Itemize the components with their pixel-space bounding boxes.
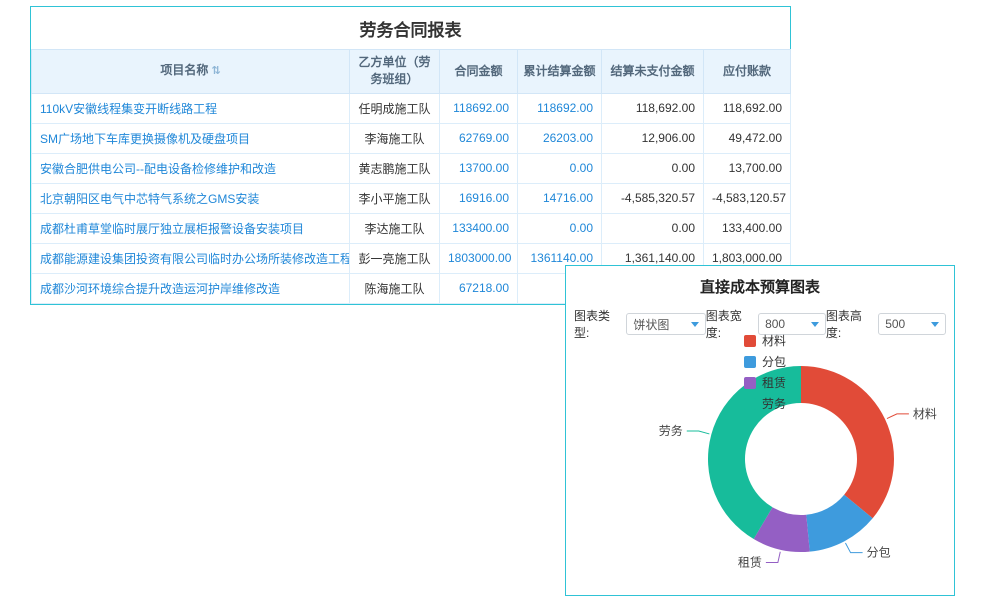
legend-label: 分包 bbox=[762, 353, 786, 370]
project-link[interactable]: 安徽合肥供电公司--配电设备检修维护和改造 bbox=[40, 162, 276, 176]
payable-amount-cell: 49,472.00 bbox=[704, 123, 791, 153]
payable-amount-cell: -4,583,120.57 bbox=[704, 183, 791, 213]
contract-amount-cell: 133400.00 bbox=[440, 213, 518, 243]
chart-height-control: 图表高度: 500 bbox=[826, 307, 946, 341]
direct-cost-chart-panel: 直接成本预算图表 图表类型: 饼状图 图表宽度: 800 图表高度: 500 bbox=[565, 265, 955, 596]
unpaid-amount-cell: 0.00 bbox=[602, 213, 704, 243]
legend-label: 材料 bbox=[762, 332, 786, 349]
pie-slice-label: 劳务 bbox=[659, 423, 683, 438]
table-row: 北京朝阳区电气中芯特气系统之GMS安装 李小平施工队 16916.00 1471… bbox=[32, 183, 791, 213]
contract-amount-cell: 13700.00 bbox=[440, 153, 518, 183]
chart-title: 直接成本预算图表 bbox=[566, 266, 954, 305]
project-link[interactable]: 成都能源建设集团投资有限公司临时办公场所装修改造工程EPC bbox=[40, 252, 350, 266]
settled-amount-cell: 26203.00 bbox=[518, 123, 602, 153]
settled-amount-cell: 118692.00 bbox=[518, 93, 602, 123]
chart-legend: 材料 分包 租赁 劳务 bbox=[744, 332, 786, 412]
legend-swatch bbox=[744, 356, 756, 368]
chevron-down-icon bbox=[811, 322, 819, 327]
pie-leader-line bbox=[766, 552, 780, 563]
project-link[interactable]: 110kV安徽线程集变开断线路工程 bbox=[40, 102, 217, 116]
payable-amount-cell: 13,700.00 bbox=[704, 153, 791, 183]
legend-item[interactable]: 租赁 bbox=[744, 374, 786, 391]
unpaid-amount-cell: 12,906.00 bbox=[602, 123, 704, 153]
table-row: 成都杜甫草堂临时展厅独立展柜报警设备安装项目 李达施工队 133400.00 0… bbox=[32, 213, 791, 243]
chart-width-value: 800 bbox=[765, 317, 785, 331]
donut-chart[interactable]: 材料分包租赁劳务 bbox=[646, 338, 956, 590]
payable-amount-cell: 133,400.00 bbox=[704, 213, 791, 243]
chevron-down-icon bbox=[691, 322, 699, 327]
project-cell: 110kV安徽线程集变开断线路工程 bbox=[32, 93, 350, 123]
col-header-project-label: 项目名称 bbox=[160, 63, 208, 77]
table-row: 110kV安徽线程集变开断线路工程 任明成施工队 118692.00 11869… bbox=[32, 93, 791, 123]
contract-amount-cell: 67218.00 bbox=[440, 273, 518, 303]
col-header-settled: 累计结算金额 bbox=[518, 50, 602, 94]
unit-cell[interactable]: 黄志鹏施工队 bbox=[350, 153, 440, 183]
sort-icon[interactable]: ⇅ bbox=[211, 65, 220, 77]
table-row: SM广场地下车库更换摄像机及硬盘项目 李海施工队 62769.00 26203.… bbox=[32, 123, 791, 153]
unpaid-amount-cell: 118,692.00 bbox=[602, 93, 704, 123]
unit-cell[interactable]: 李达施工队 bbox=[350, 213, 440, 243]
pie-slice-label: 分包 bbox=[867, 546, 891, 560]
chart-type-select[interactable]: 饼状图 bbox=[626, 313, 705, 335]
chart-height-label: 图表高度: bbox=[826, 307, 875, 341]
chart-height-select[interactable]: 500 bbox=[878, 313, 946, 335]
legend-swatch bbox=[744, 335, 756, 347]
project-cell: 安徽合肥供电公司--配电设备检修维护和改造 bbox=[32, 153, 350, 183]
col-header-payable: 应付账款 bbox=[704, 50, 791, 94]
chevron-down-icon bbox=[931, 322, 939, 327]
col-header-project[interactable]: 项目名称⇅ bbox=[32, 50, 350, 94]
pie-slice-label: 材料 bbox=[913, 407, 937, 421]
project-link[interactable]: 成都杜甫草堂临时展厅独立展柜报警设备安装项目 bbox=[40, 222, 304, 236]
chart-type-label: 图表类型: bbox=[574, 307, 623, 341]
legend-item[interactable]: 材料 bbox=[744, 332, 786, 349]
unit-cell[interactable]: 陈海施工队 bbox=[350, 273, 440, 303]
col-header-unit: 乙方单位（劳务班组） bbox=[350, 50, 440, 94]
pie-slice-材料 bbox=[801, 366, 894, 518]
project-link[interactable]: 成都沙河环境综合提升改造运河护岸维修改造 bbox=[40, 282, 280, 296]
legend-swatch bbox=[744, 377, 756, 389]
unpaid-amount-cell: -4,585,320.57 bbox=[602, 183, 704, 213]
legend-item[interactable]: 劳务 bbox=[744, 395, 786, 412]
payable-amount-cell: 118,692.00 bbox=[704, 93, 791, 123]
legend-swatch bbox=[744, 398, 756, 410]
project-cell: 成都杜甫草堂临时展厅独立展柜报警设备安装项目 bbox=[32, 213, 350, 243]
pie-leader-line bbox=[687, 431, 710, 434]
col-header-unpaid: 结算未支付金额 bbox=[602, 50, 704, 94]
chart-height-value: 500 bbox=[885, 317, 905, 331]
labor-contract-report-panel: 劳务合同报表 项目名称⇅ 乙方单位（劳务班组） 合同金额 累计结算金额 结算未支… bbox=[30, 6, 791, 305]
chart-type-control: 图表类型: 饼状图 bbox=[574, 307, 706, 341]
legend-item[interactable]: 分包 bbox=[744, 353, 786, 370]
settled-amount-cell: 0.00 bbox=[518, 213, 602, 243]
settled-amount-cell: 0.00 bbox=[518, 153, 602, 183]
contract-amount-cell: 1803000.00 bbox=[440, 243, 518, 273]
pie-slice-label: 租赁 bbox=[738, 555, 762, 569]
unit-cell[interactable]: 李海施工队 bbox=[350, 123, 440, 153]
contract-amount-cell: 16916.00 bbox=[440, 183, 518, 213]
unit-cell[interactable]: 彭一亮施工队 bbox=[350, 243, 440, 273]
table-header-row: 项目名称⇅ 乙方单位（劳务班组） 合同金额 累计结算金额 结算未支付金额 应付账… bbox=[32, 50, 791, 94]
project-cell: 北京朝阳区电气中芯特气系统之GMS安装 bbox=[32, 183, 350, 213]
project-link[interactable]: 北京朝阳区电气中芯特气系统之GMS安装 bbox=[40, 192, 259, 206]
settled-amount-cell: 14716.00 bbox=[518, 183, 602, 213]
pie-leader-line bbox=[887, 414, 909, 419]
col-header-contract: 合同金额 bbox=[440, 50, 518, 94]
contract-amount-cell: 62769.00 bbox=[440, 123, 518, 153]
project-cell: SM广场地下车库更换摄像机及硬盘项目 bbox=[32, 123, 350, 153]
report-title: 劳务合同报表 bbox=[31, 7, 790, 49]
project-link[interactable]: SM广场地下车库更换摄像机及硬盘项目 bbox=[40, 132, 250, 146]
pie-leader-line bbox=[845, 543, 862, 553]
donut-chart-area: 材料分包租赁劳务 bbox=[646, 338, 956, 590]
contract-amount-cell: 118692.00 bbox=[440, 93, 518, 123]
unit-cell[interactable]: 李小平施工队 bbox=[350, 183, 440, 213]
chart-type-value: 饼状图 bbox=[633, 316, 669, 333]
unit-cell[interactable]: 任明成施工队 bbox=[350, 93, 440, 123]
legend-label: 租赁 bbox=[762, 374, 786, 391]
project-cell: 成都沙河环境综合提升改造运河护岸维修改造 bbox=[32, 273, 350, 303]
legend-label: 劳务 bbox=[762, 395, 786, 412]
table-row: 安徽合肥供电公司--配电设备检修维护和改造 黄志鹏施工队 13700.00 0.… bbox=[32, 153, 791, 183]
unpaid-amount-cell: 0.00 bbox=[602, 153, 704, 183]
project-cell: 成都能源建设集团投资有限公司临时办公场所装修改造工程EPC bbox=[32, 243, 350, 273]
